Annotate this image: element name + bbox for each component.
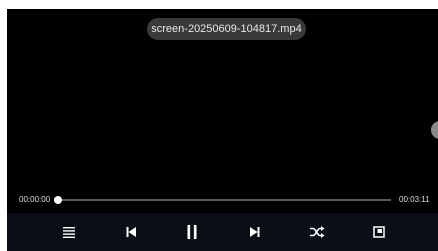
total-duration: 00:03:11 — [399, 195, 430, 204]
previous-button[interactable] — [121, 222, 141, 242]
shuffle-icon — [310, 226, 325, 238]
seek-bar[interactable] — [58, 199, 391, 201]
previous-icon — [126, 227, 136, 237]
pause-button[interactable] — [182, 222, 202, 242]
file-name-label: screen-20250609-104817.mp4 — [147, 18, 306, 40]
playlist-button[interactable] — [59, 222, 79, 242]
control-bar — [7, 213, 438, 251]
next-button[interactable] — [245, 222, 265, 242]
seek-bar-thumb[interactable] — [54, 196, 62, 204]
current-time: 00:00:00 — [19, 195, 51, 204]
playlist-icon — [63, 227, 75, 238]
next-icon — [250, 227, 260, 237]
side-panel-handle[interactable] — [431, 121, 438, 139]
picture-in-picture-icon — [373, 226, 385, 238]
picture-in-picture-button[interactable] — [369, 222, 389, 242]
pause-icon — [187, 225, 197, 239]
video-player[interactable]: screen-20250609-104817.mp4 00:00:00 00:0… — [7, 9, 438, 251]
shuffle-button[interactable] — [307, 222, 327, 242]
